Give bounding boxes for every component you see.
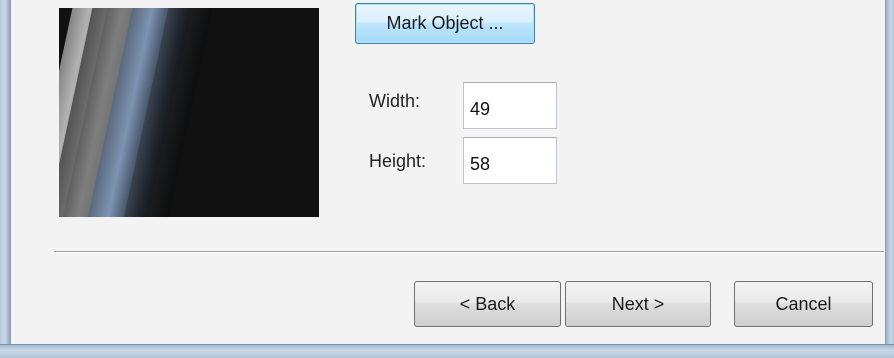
height-field[interactable]	[463, 137, 557, 184]
separator-line	[54, 251, 884, 253]
window-frame-right	[886, 0, 894, 358]
back-button[interactable]: < Back	[414, 281, 561, 327]
next-button-label: Next >	[611, 293, 665, 314]
next-button[interactable]: Next >	[565, 281, 711, 327]
window-frame-left	[0, 0, 10, 358]
cancel-button[interactable]: Cancel	[734, 281, 873, 327]
dialog-client-area: Mark Object ... Width: Height: < Back Ne…	[10, 0, 886, 344]
mark-object-button-label: Mark Object ...	[386, 13, 504, 33]
window-frame-bottom	[0, 344, 894, 358]
width-label: Width:	[369, 91, 421, 111]
mark-object-button[interactable]: Mark Object ...	[355, 3, 535, 44]
width-field[interactable]	[463, 82, 557, 129]
back-button-label: < Back	[459, 293, 516, 314]
cancel-button-label: Cancel	[775, 293, 832, 314]
height-label: Height:	[369, 151, 427, 171]
object-preview-image	[59, 8, 319, 217]
